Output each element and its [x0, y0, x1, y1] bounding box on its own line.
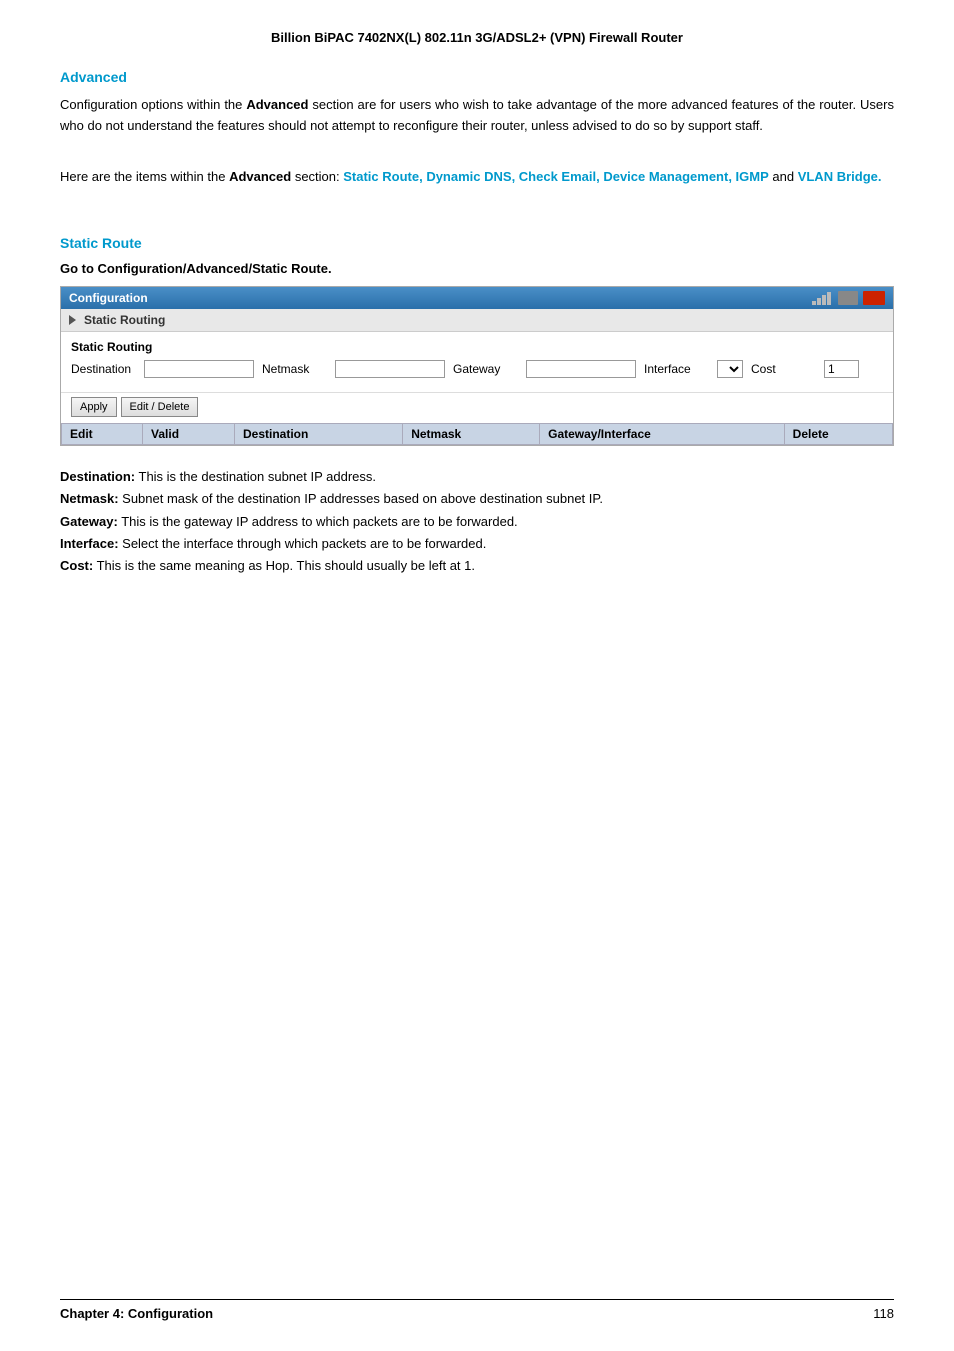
apply-button[interactable]: Apply	[71, 397, 117, 417]
desc-gateway: Gateway: This is the gateway IP address …	[60, 511, 894, 533]
desc-netmask-term: Netmask:	[60, 491, 119, 506]
netmask-input[interactable]	[335, 360, 445, 378]
desc-gateway-term: Gateway:	[60, 514, 118, 529]
configuration-box: Configuration Static Routing	[60, 286, 894, 446]
routing-table: Edit Valid Destination Netmask Gateway/I…	[61, 423, 893, 445]
toggle-arrow	[69, 315, 76, 325]
config-header: Configuration	[61, 287, 893, 309]
desc-cost-term: Cost:	[60, 558, 93, 573]
gateway-input[interactable]	[526, 360, 636, 378]
col-netmask: Netmask	[403, 424, 540, 445]
advanced-title: Advanced	[60, 69, 894, 85]
col-gateway-interface: Gateway/Interface	[540, 424, 785, 445]
desc-cost: Cost: This is the same meaning as Hop. T…	[60, 555, 894, 577]
static-routing-label: Static Routing	[84, 313, 165, 327]
cost-input[interactable]: 1	[824, 360, 859, 378]
advanced-paragraph1: Configuration options within the Advance…	[60, 95, 894, 137]
cost-label: Cost	[751, 362, 816, 376]
desc-netmask: Netmask: Subnet mask of the destination …	[60, 488, 894, 510]
col-edit: Edit	[62, 424, 143, 445]
static-routing-toggle[interactable]: Static Routing	[61, 309, 893, 332]
interface-label: Interface	[644, 362, 709, 376]
advanced-links-last[interactable]: VLAN Bridge.	[798, 169, 882, 184]
desc-interface-term: Interface:	[60, 536, 119, 551]
gateway-label: Gateway	[453, 362, 518, 376]
desc-destination: Destination: This is the destination sub…	[60, 466, 894, 488]
col-valid: Valid	[143, 424, 235, 445]
desc-destination-term: Destination:	[60, 469, 135, 484]
advanced-links[interactable]: Static Route, Dynamic DNS, Check Email, …	[343, 169, 769, 184]
table-header-row: Edit Valid Destination Netmask Gateway/I…	[62, 424, 893, 445]
footer-chapter: Chapter 4: Configuration	[60, 1306, 213, 1321]
desc-interface: Interface: Select the interface through …	[60, 533, 894, 555]
page-header: Billion BiPAC 7402NX(L) 802.11n 3G/ADSL2…	[60, 30, 894, 45]
red-icon	[863, 291, 885, 305]
button-row: Apply Edit / Delete	[61, 393, 893, 423]
descriptions-section: Destination: This is the destination sub…	[60, 466, 894, 576]
config-header-label: Configuration	[69, 291, 148, 305]
form-section-title: Static Routing	[71, 340, 883, 354]
static-route-section: Static Route Go to Configuration/Advance…	[60, 235, 894, 576]
footer-page: 118	[873, 1306, 894, 1321]
advanced-paragraph2: Here are the items within the Advanced s…	[60, 167, 894, 188]
static-routes-table: Edit Valid Destination Netmask Gateway/I…	[61, 423, 893, 445]
static-route-title: Static Route	[60, 235, 894, 251]
advanced-section: Advanced Configuration options within th…	[60, 69, 894, 187]
static-routing-form: Static Routing Destination Netmask Gatew…	[61, 332, 893, 393]
col-delete: Delete	[784, 424, 892, 445]
config-header-icons	[812, 291, 885, 305]
header-title: Billion BiPAC 7402NX(L) 802.11n 3G/ADSL2…	[271, 30, 683, 45]
col-destination: Destination	[234, 424, 402, 445]
computer-icon	[838, 291, 858, 305]
destination-input[interactable]	[144, 360, 254, 378]
go-to-text: Go to Configuration/Advanced/Static Rout…	[60, 261, 894, 276]
form-row: Destination Netmask Gateway Interface Co…	[71, 360, 883, 378]
page-footer: Chapter 4: Configuration 118	[60, 1299, 894, 1321]
interface-select[interactable]	[717, 360, 743, 378]
signal-icon	[812, 291, 831, 305]
edit-delete-button[interactable]: Edit / Delete	[121, 397, 199, 417]
destination-label: Destination	[71, 362, 136, 376]
netmask-label: Netmask	[262, 362, 327, 376]
